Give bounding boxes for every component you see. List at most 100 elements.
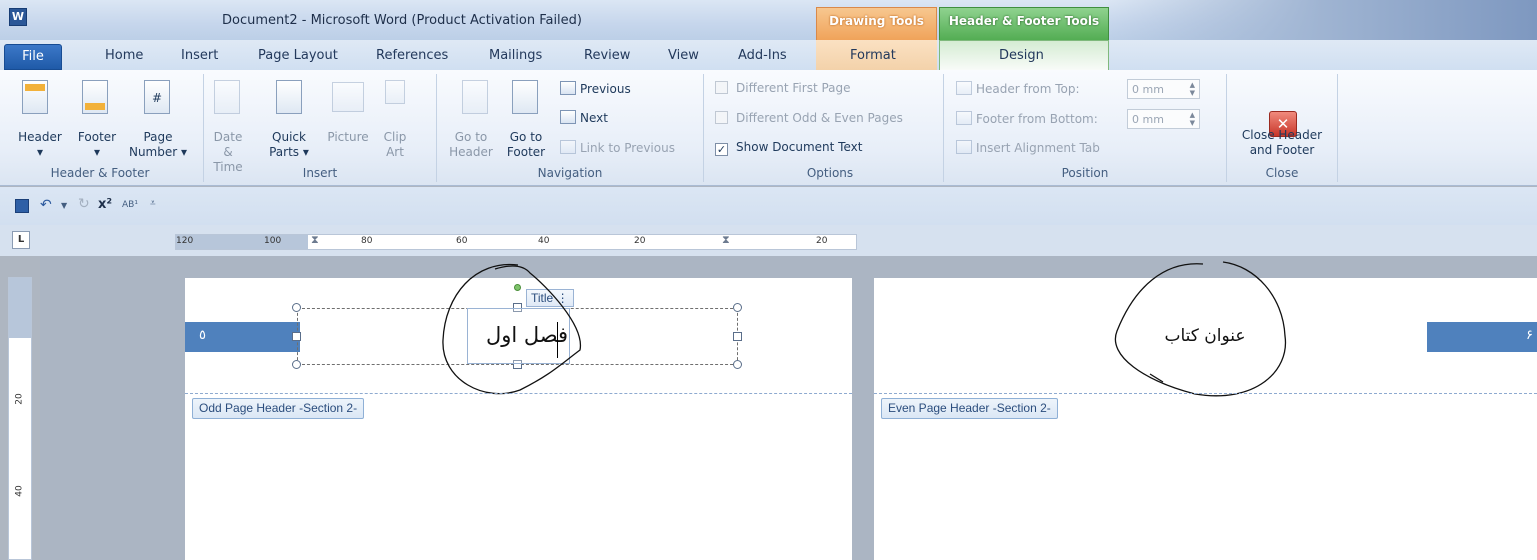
tab-file[interactable]: File	[4, 44, 62, 70]
insert-alignment-tab-button[interactable]: Insert Alignment Tab	[956, 140, 1100, 155]
group-label-insert: Insert	[302, 166, 338, 180]
show-document-text-checkbox[interactable]: ✓ Show Document Text	[715, 140, 862, 156]
header-footer-tools-context-header: Header & Footer Tools	[939, 7, 1109, 40]
previous-button[interactable]: Previous	[560, 81, 631, 96]
insert-endnote-icon[interactable]: AB¹	[122, 200, 138, 210]
ruler-mark: 40	[538, 236, 550, 246]
quick-parts-button[interactable]: Quick Parts ▾	[265, 130, 313, 160]
checkmark-icon: ✓	[715, 143, 728, 156]
date-time-icon[interactable]	[214, 80, 240, 114]
right-indent-marker-icon[interactable]: ⧗	[722, 233, 730, 247]
customize-qat-icon[interactable]: ⩡	[150, 198, 156, 209]
tab-mailings[interactable]: Mailings	[489, 48, 542, 63]
resize-handle[interactable]	[292, 360, 301, 369]
hand-drawn-circle-left	[442, 263, 581, 395]
tab-home[interactable]: Home	[105, 48, 143, 63]
go-to-header-icon[interactable]	[462, 80, 488, 114]
header-icon[interactable]	[22, 80, 48, 114]
tab-format[interactable]: Format	[850, 48, 896, 63]
page-number-button[interactable]: Page Number ▾	[124, 130, 192, 160]
close-header-footer-button[interactable]: Close Header and Footer	[1232, 128, 1332, 158]
tab-review[interactable]: Review	[584, 48, 630, 63]
group-label-options: Options	[806, 166, 854, 180]
checkbox-icon	[715, 111, 728, 124]
header-from-top-input[interactable]: 0 mm ▲ ▼	[1127, 79, 1200, 99]
group-label-header-footer: Header & Footer	[50, 166, 150, 180]
page-number: ٥	[199, 328, 206, 343]
tab-selector-button[interactable]: L	[12, 231, 30, 249]
redo-icon[interactable]: ↻	[78, 196, 90, 212]
spinner-arrows-icon[interactable]: ▲ ▼	[1190, 81, 1195, 97]
save-icon[interactable]	[15, 199, 29, 213]
link-to-previous-button[interactable]: Link to Previous	[560, 140, 675, 155]
tab-view[interactable]: View	[668, 48, 699, 63]
resize-handle[interactable]	[733, 332, 742, 341]
clip-art-button[interactable]: Clip Art	[380, 130, 410, 160]
previous-section-icon	[560, 81, 576, 95]
left-indent-marker-icon[interactable]: ⧗	[311, 233, 319, 247]
go-to-header-button[interactable]: Go to Header	[443, 130, 499, 160]
ruler-mark: 60	[456, 236, 468, 246]
undo-icon[interactable]: ↶	[40, 197, 52, 213]
vruler-mark: 40	[14, 485, 25, 497]
ruler-mark: 20	[634, 236, 646, 246]
picture-button[interactable]: Picture	[324, 130, 372, 145]
resize-handle[interactable]	[733, 303, 742, 312]
group-separator	[943, 74, 944, 182]
different-first-page-checkbox[interactable]: Different First Page	[715, 81, 851, 95]
window-title: Document2 - Microsoft Word (Product Acti…	[222, 13, 582, 28]
ruler-mark: 120	[176, 236, 194, 246]
group-separator	[203, 74, 204, 182]
footer-button[interactable]: Footer ▾	[72, 130, 122, 160]
undo-dropdown-icon[interactable]: ▼	[61, 201, 67, 210]
footer-position-icon	[956, 111, 972, 125]
date-time-button[interactable]: Date & Time	[210, 130, 246, 175]
tab-insert[interactable]: Insert	[181, 48, 218, 63]
ruler-mark: 100	[264, 236, 282, 246]
vertical-ruler[interactable]: 20 40	[8, 277, 32, 560]
checkbox-icon	[715, 81, 728, 94]
go-to-footer-icon[interactable]	[512, 80, 538, 114]
page-number-bar[interactable]: ۶	[1427, 322, 1537, 352]
tab-page-layout[interactable]: Page Layout	[258, 48, 338, 63]
footer-from-bottom-input[interactable]: 0 mm ▲ ▼	[1127, 109, 1200, 129]
tab-add-ins[interactable]: Add-Ins	[738, 48, 787, 63]
header-button[interactable]: Header ▾	[14, 130, 66, 160]
drawing-tools-context-header: Drawing Tools	[816, 7, 937, 40]
tab-references[interactable]: References	[376, 48, 448, 63]
page-number-bar[interactable]: ٥	[185, 322, 300, 352]
group-label-position: Position	[1061, 166, 1109, 180]
quick-access-toolbar	[0, 187, 1537, 225]
link-icon	[560, 140, 576, 154]
drawing-tools-label: Drawing Tools	[829, 14, 924, 28]
header-boundary-line	[874, 393, 1537, 394]
resize-handle[interactable]	[292, 332, 301, 341]
alignment-tab-icon	[956, 140, 972, 154]
resize-handle[interactable]	[733, 360, 742, 369]
tab-design[interactable]: Design	[999, 48, 1044, 63]
spinner-arrows-icon[interactable]: ▲ ▼	[1190, 111, 1195, 127]
title-bar-glow	[1107, 0, 1537, 40]
vruler-top-margin	[9, 278, 31, 338]
header-footer-tools-label: Header & Footer Tools	[948, 14, 1100, 28]
footer-icon[interactable]	[82, 80, 108, 114]
next-button[interactable]: Next	[560, 110, 608, 125]
page-number-icon[interactable]: #	[144, 80, 170, 114]
go-to-footer-button[interactable]: Go to Footer	[500, 130, 552, 160]
clip-art-icon[interactable]	[385, 80, 405, 104]
resize-handle[interactable]	[292, 303, 301, 312]
superscript-icon[interactable]: x²	[98, 197, 112, 212]
ruler-mark: 80	[361, 236, 373, 246]
picture-icon[interactable]	[332, 82, 364, 112]
footer-from-bottom-label: Footer from Bottom:	[956, 111, 1098, 126]
word-app-icon[interactable]: W	[9, 8, 27, 26]
odd-page-header-tag: Odd Page Header -Section 2-	[192, 398, 365, 419]
header-boundary-line	[185, 393, 852, 394]
header-position-icon	[956, 81, 972, 95]
horizontal-ruler[interactable]: 120 100 80 60 40 20 20 ⧗ ⧗	[175, 233, 857, 250]
group-separator	[1226, 74, 1227, 182]
even-page-header-tag: Even Page Header -Section 2-	[881, 398, 1058, 419]
vruler-mark: 20	[14, 393, 25, 405]
quick-parts-icon[interactable]	[276, 80, 302, 114]
different-odd-even-checkbox[interactable]: Different Odd & Even Pages	[715, 111, 903, 125]
